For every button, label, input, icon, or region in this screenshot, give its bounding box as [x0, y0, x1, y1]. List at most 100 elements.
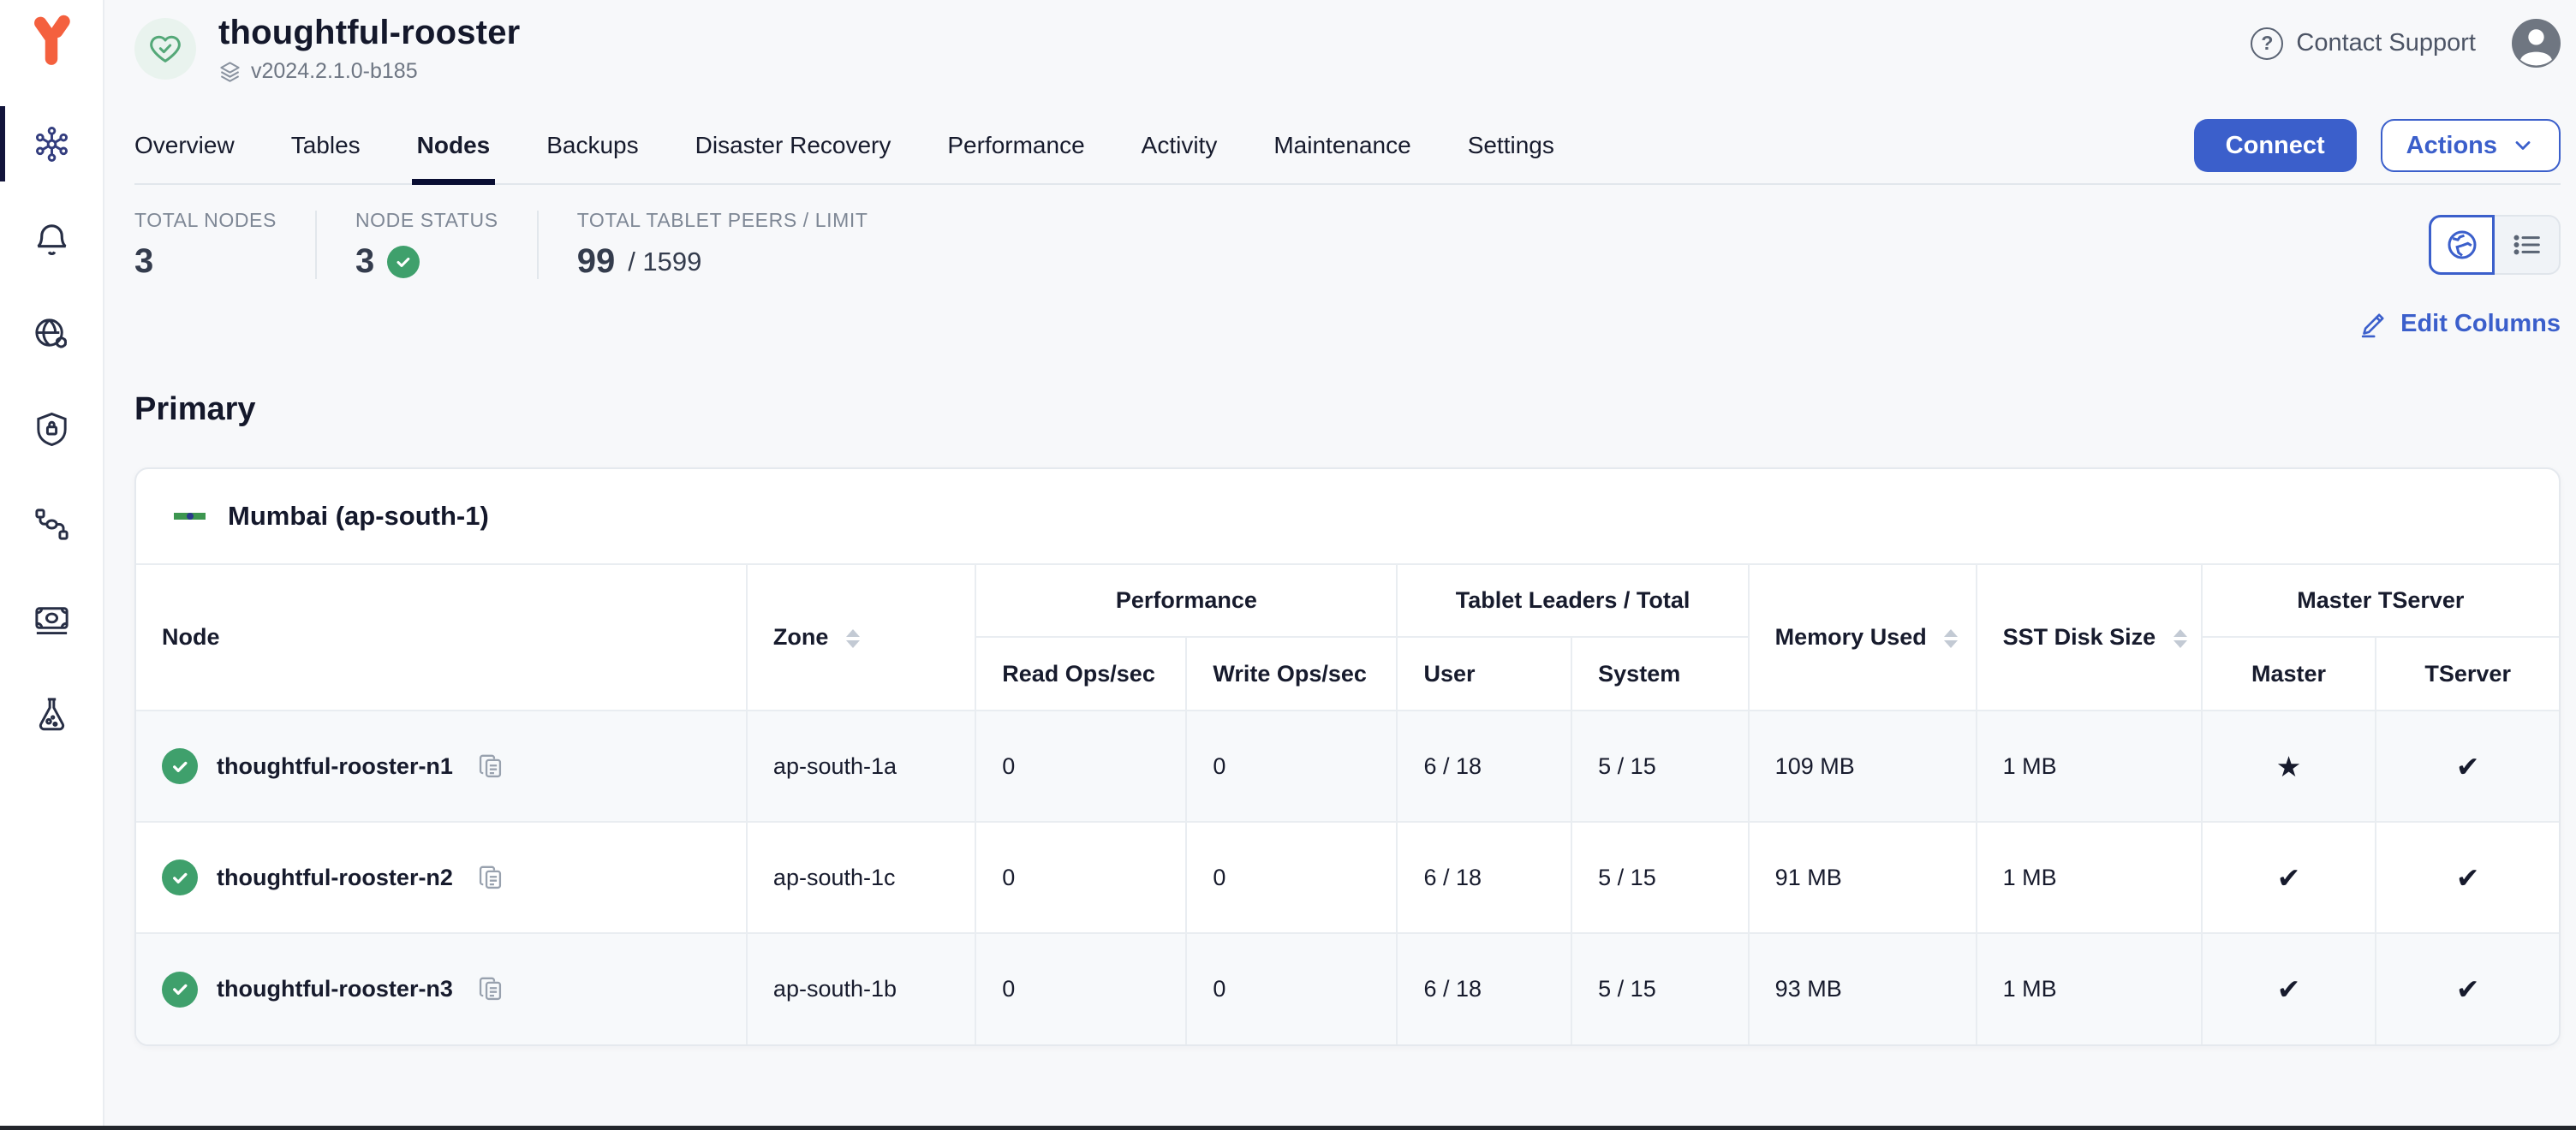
copy-icon[interactable] [477, 975, 504, 1003]
user-avatar[interactable] [2512, 19, 2561, 68]
write-ops-cell: 0 [1186, 711, 1397, 822]
tab-performance[interactable]: Performance [947, 108, 1084, 183]
globe-icon [2445, 228, 2479, 262]
sidebar-item-labs[interactable] [0, 687, 104, 741]
region-title: Mumbai (ap-south-1) [228, 501, 489, 532]
sst-cell: 1 MB [1977, 933, 2202, 1044]
table-row[interactable]: thoughtful-rooster-n3 ap- [136, 933, 2559, 1044]
tserver-status-cell: ✔ [2376, 822, 2559, 933]
sidebar-item-integrations[interactable] [0, 497, 104, 551]
cluster-identity: thoughtful-rooster v2024.2.1.0-b185 [134, 14, 520, 84]
tab-tables[interactable]: Tables [291, 108, 361, 183]
table-row[interactable]: thoughtful-rooster-n1 ap- [136, 711, 2559, 822]
sidebar-item-billing[interactable] [0, 592, 104, 646]
tab-overview[interactable]: Overview [134, 108, 235, 183]
list-view-button[interactable] [2495, 215, 2561, 275]
column-group-master-tserver: Master TServer [2202, 565, 2559, 637]
sidebar-item-security[interactable] [0, 401, 104, 456]
system-tablets-cell: 5 / 15 [1571, 933, 1749, 1044]
sidebar [0, 0, 104, 1130]
total-nodes-value: 3 [134, 242, 153, 281]
column-group-performance: Performance [975, 565, 1397, 637]
read-ops-cell: 0 [975, 822, 1186, 933]
master-status-cell: ★ [2202, 711, 2376, 822]
tserver-status-cell: ✔ [2376, 711, 2559, 822]
actions-button[interactable]: Actions [2381, 119, 2561, 172]
sort-icon [846, 629, 860, 648]
sort-icon [1944, 629, 1958, 648]
edit-columns-button[interactable]: Edit Columns [2359, 310, 2561, 338]
sidebar-item-alerts[interactable] [0, 211, 104, 266]
table-row[interactable]: thoughtful-rooster-n2 ap- [136, 822, 2559, 933]
tab-activity[interactable]: Activity [1142, 108, 1218, 183]
copy-icon[interactable] [477, 752, 504, 781]
user-tablets-cell: 6 / 18 [1397, 822, 1571, 933]
sidebar-item-clusters[interactable] [0, 116, 104, 171]
stats-row: TOTAL NODES 3 NODE STATUS 3 TOTAL TABLET… [134, 209, 2561, 281]
system-tablets-cell: 5 / 15 [1571, 711, 1749, 822]
column-header-sst[interactable]: SST Disk Size [1977, 565, 2202, 711]
section-title: Primary [134, 391, 2561, 428]
layers-icon [218, 60, 242, 83]
node-healthy-icon [162, 972, 198, 1008]
yugabyte-logo[interactable] [27, 14, 76, 67]
stat-tablet-peers: TOTAL TABLET PEERS / LIMIT 99 / 1599 [577, 209, 868, 281]
node-name: thoughtful-rooster-n1 [217, 753, 453, 780]
tablet-peers-limit: / 1599 [628, 247, 701, 277]
node-healthy-icon [162, 748, 198, 784]
nodes-table: Node Zone Performance Tablet Leaders / T… [136, 565, 2559, 1044]
memory-cell: 93 MB [1749, 933, 1977, 1044]
cluster-version: v2024.2.1.0-b185 [218, 59, 520, 84]
copy-icon[interactable] [477, 864, 504, 892]
node-healthy-icon [162, 859, 198, 895]
page-header: thoughtful-rooster v2024.2.1.0-b185 ? Co… [134, 14, 2561, 84]
flow-icon [32, 504, 72, 544]
map-view-button[interactable] [2429, 215, 2495, 275]
app-window: thoughtful-rooster v2024.2.1.0-b185 ? Co… [0, 0, 2576, 1130]
node-status-value: 3 [355, 242, 374, 281]
sort-icon [2174, 629, 2187, 648]
sst-cell: 1 MB [1977, 822, 2202, 933]
tablet-peers-value: 99 [577, 242, 616, 281]
cluster-name: thoughtful-rooster [218, 14, 520, 52]
memory-cell: 91 MB [1749, 822, 1977, 933]
write-ops-cell: 0 [1186, 933, 1397, 1044]
stat-node-status: NODE STATUS 3 [355, 209, 498, 281]
read-ops-cell: 0 [975, 711, 1186, 822]
zone-cell: ap-south-1a [747, 711, 975, 822]
stat-total-nodes: TOTAL NODES 3 [134, 209, 277, 281]
column-header-zone[interactable]: Zone [747, 565, 975, 711]
tab-backups[interactable]: Backups [546, 108, 638, 183]
connect-button[interactable]: Connect [2194, 119, 2357, 172]
sidebar-nav [0, 116, 104, 782]
read-ops-cell: 0 [975, 933, 1186, 1044]
tab-maintenance[interactable]: Maintenance [1273, 108, 1410, 183]
user-tablets-cell: 6 / 18 [1397, 711, 1571, 822]
sidebar-item-network[interactable] [0, 306, 104, 361]
column-header-write-ops: Write Ops/sec [1186, 637, 1397, 711]
contact-support-link[interactable]: ? Contact Support [2251, 27, 2476, 60]
tab-nodes[interactable]: Nodes [417, 108, 491, 183]
region-header: Mumbai (ap-south-1) [136, 469, 2559, 565]
column-header-memory[interactable]: Memory Used [1749, 565, 1977, 711]
column-group-tablet-leaders: Tablet Leaders / Total [1397, 565, 1748, 637]
main-content: thoughtful-rooster v2024.2.1.0-b185 ? Co… [104, 0, 2576, 1130]
zone-cell: ap-south-1b [747, 933, 975, 1044]
cluster-actions: Connect Actions [2194, 119, 2561, 172]
master-status-cell: ✔ [2202, 933, 2376, 1044]
divider [315, 211, 317, 279]
column-header-system: System [1571, 637, 1749, 711]
sst-cell: 1 MB [1977, 711, 2202, 822]
master-status-cell: ✔ [2202, 822, 2376, 933]
cluster-icon [32, 124, 72, 164]
column-header-master: Master [2202, 637, 2376, 711]
user-tablets-cell: 6 / 18 [1397, 933, 1571, 1044]
tab-disaster-recovery[interactable]: Disaster Recovery [695, 108, 891, 183]
system-tablets-cell: 5 / 15 [1571, 822, 1749, 933]
zone-cell: ap-south-1c [747, 822, 975, 933]
tab-settings[interactable]: Settings [1468, 108, 1554, 183]
memory-cell: 109 MB [1749, 711, 1977, 822]
pencil-icon [2359, 310, 2388, 338]
node-name: thoughtful-rooster-n2 [217, 865, 453, 891]
tab-bar: Overview Tables Nodes Backups Disaster R… [134, 108, 2561, 185]
